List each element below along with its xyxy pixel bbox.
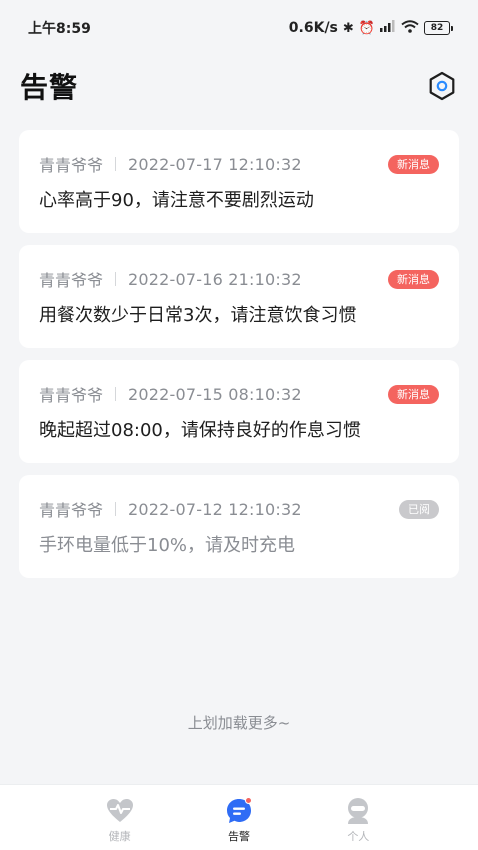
- status-icons: 0.6K/s ✱ ⏰ 82: [288, 19, 453, 37]
- new-message-badge: 新消息: [388, 154, 439, 174]
- heart-pulse-icon: [106, 797, 134, 825]
- alert-person-name: 青青爷爷: [39, 386, 104, 405]
- tab-health[interactable]: 健康: [85, 797, 155, 844]
- tab-label: 个人: [347, 830, 370, 843]
- settings-hexagon-icon: [429, 71, 455, 101]
- read-badge: 已阅: [399, 499, 439, 519]
- divider: [115, 157, 117, 171]
- tab-label: 健康: [108, 830, 131, 843]
- settings-button[interactable]: [426, 70, 458, 102]
- divider: [115, 502, 117, 516]
- alert-list: 青青爷爷 2022-07-17 12:10:32 新消息 心率高于90，请注意不…: [19, 130, 459, 590]
- alert-message: 手环电量低于10%，请及时充电: [39, 535, 296, 556]
- alert-person-name: 青青爷爷: [39, 271, 104, 290]
- wifi-icon: [401, 19, 419, 37]
- message-icon: [225, 797, 253, 825]
- alert-message: 晚起超过08:00，请保持良好的作息习惯: [39, 420, 361, 441]
- alert-timestamp: 2022-07-15 08:10:32: [128, 384, 302, 404]
- unread-dot: [244, 797, 252, 804]
- alert-timestamp: 2022-07-16 21:10:32: [128, 269, 302, 289]
- alarm-icon: ⏰: [358, 20, 375, 36]
- tab-profile[interactable]: 个人: [323, 797, 393, 844]
- alert-card[interactable]: 青青爷爷 2022-07-15 08:10:32 新消息 晚起超过08:00，请…: [19, 360, 459, 463]
- status-bar: 上午8:59 0.6K/s ✱ ⏰ 82: [0, 0, 478, 56]
- alert-card[interactable]: 青青爷爷 2022-07-16 21:10:32 新消息 用餐次数少于日常3次，…: [19, 245, 459, 348]
- tab-label: 告警: [227, 830, 250, 843]
- alert-message: 用餐次数少于日常3次，请注意饮食习惯: [39, 305, 357, 326]
- alert-person-name: 青青爷爷: [39, 156, 104, 175]
- person-icon: [344, 797, 372, 825]
- tab-alerts[interactable]: 告警: [204, 797, 274, 844]
- divider: [115, 272, 117, 286]
- alert-person-name: 青青爷爷: [39, 501, 104, 520]
- load-more-hint: 上划加载更多~: [187, 714, 291, 732]
- alert-timestamp: 2022-07-12 12:10:32: [128, 499, 302, 519]
- network-speed: 0.6K/s: [288, 20, 338, 36]
- new-message-badge: 新消息: [388, 384, 439, 404]
- battery-level: 82: [430, 23, 444, 33]
- alert-message: 心率高于90，请注意不要剧烈运动: [39, 190, 314, 211]
- signal-icon: [380, 20, 396, 36]
- bottom-tab-bar: 健康 告警 个人: [0, 784, 478, 850]
- page-title: 告警: [20, 71, 79, 104]
- alert-timestamp: 2022-07-17 12:10:32: [128, 154, 302, 174]
- alert-card[interactable]: 青青爷爷 2022-07-12 12:10:32 已阅 手环电量低于10%，请及…: [19, 475, 459, 578]
- status-time: 上午8:59: [28, 21, 91, 37]
- header: 告警: [0, 62, 478, 110]
- bluetooth-icon: ✱: [342, 20, 354, 36]
- battery-icon: 82: [424, 21, 453, 35]
- new-message-badge: 新消息: [388, 269, 439, 289]
- alert-card[interactable]: 青青爷爷 2022-07-17 12:10:32 新消息 心率高于90，请注意不…: [19, 130, 459, 233]
- divider: [115, 387, 117, 401]
